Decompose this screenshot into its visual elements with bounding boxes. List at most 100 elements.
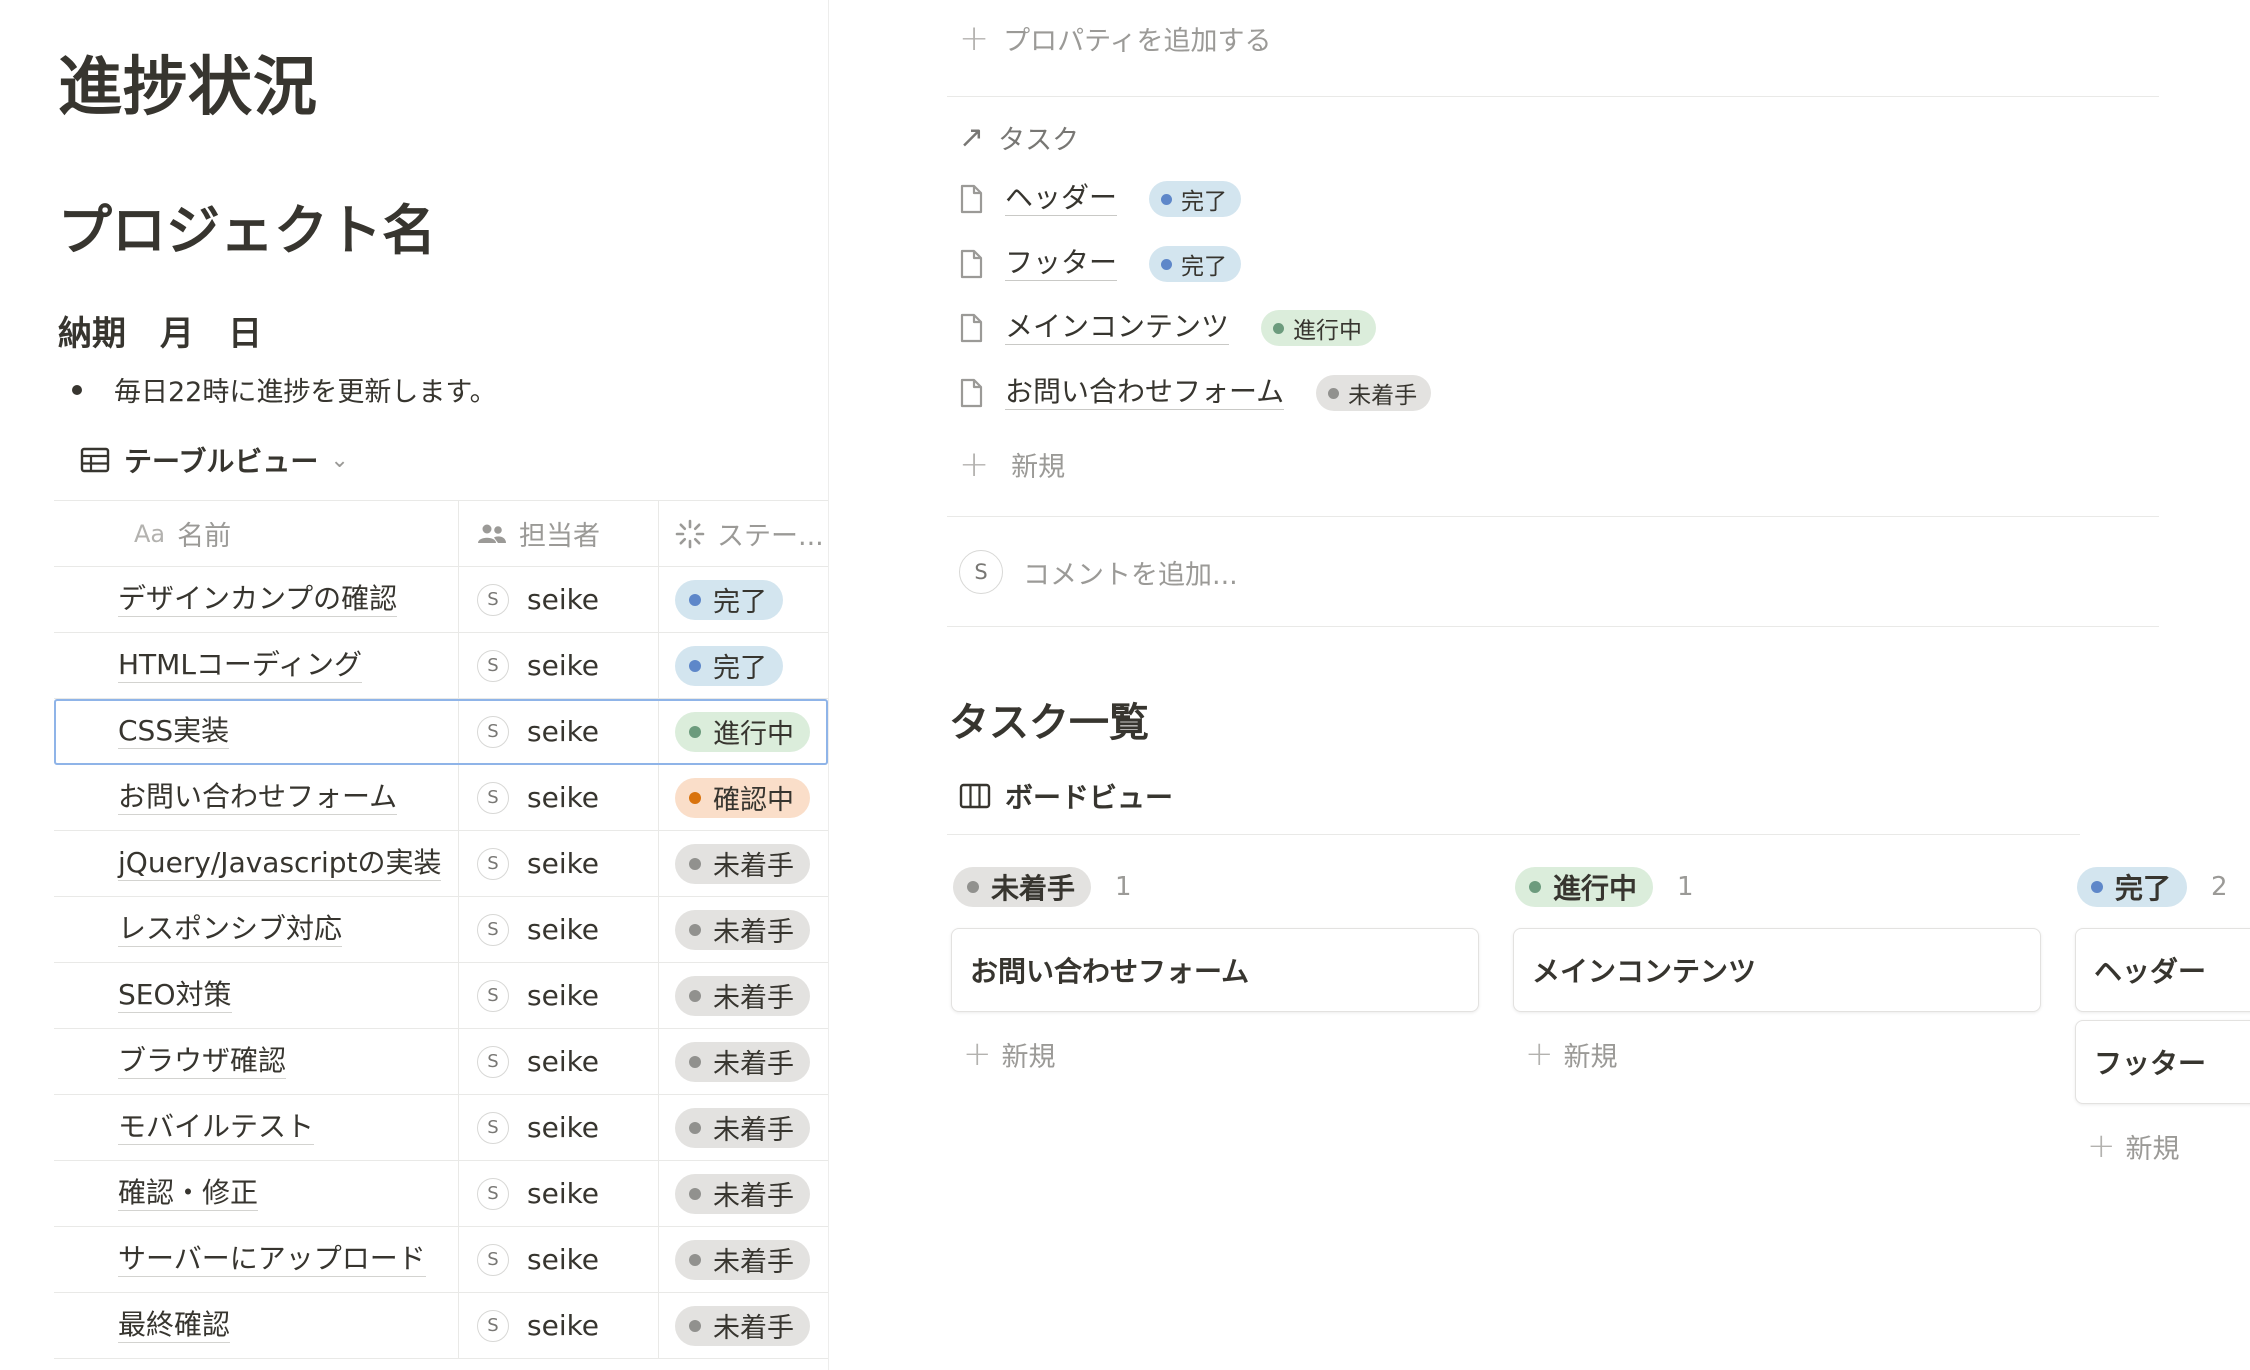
table-row[interactable]: デザインカンプの確認 Sseike 完了 <box>54 567 828 633</box>
row-name[interactable]: 確認・修正 <box>118 1176 259 1212</box>
row-name[interactable]: 最終確認 <box>118 1308 231 1344</box>
cell-status[interactable]: 未着手 <box>659 1293 828 1358</box>
header-assignee[interactable]: 担当者 <box>459 501 659 566</box>
table-row[interactable]: サーバーにアップロード Sseike 未着手 <box>54 1227 828 1293</box>
column-header[interactable]: 完了 2 <box>2077 866 2250 908</box>
cell-assignee[interactable]: Sseike <box>459 699 659 764</box>
relation-item[interactable]: フッター 完了 <box>959 246 1242 282</box>
relation-item-name[interactable]: お問い合わせフォーム <box>1005 375 1285 411</box>
cell-status[interactable]: 完了 <box>659 633 828 698</box>
cell-status[interactable]: 未着手 <box>659 1227 828 1292</box>
row-name[interactable]: CSS実装 <box>118 714 230 750</box>
column-header[interactable]: 未着手 1 <box>953 866 1479 908</box>
table-view-switcher[interactable]: テーブルビュー ⌄ <box>80 440 349 480</box>
assignee-name: seike <box>527 1243 600 1276</box>
cell-name[interactable]: デザインカンプの確認 <box>54 567 459 632</box>
header-name[interactable]: Aa 名前 <box>54 501 459 566</box>
cell-assignee[interactable]: Sseike <box>459 1293 659 1358</box>
row-name[interactable]: レスポンシブ対応 <box>118 912 343 948</box>
avatar: S <box>959 550 1003 594</box>
cell-status[interactable]: 未着手 <box>659 1095 828 1160</box>
row-name[interactable]: サーバーにアップロード <box>118 1242 426 1278</box>
table-row[interactable]: レスポンシブ対応 Sseike 未着手 <box>54 897 828 963</box>
cell-name[interactable]: レスポンシブ対応 <box>54 897 459 962</box>
board-card[interactable]: お問い合わせフォーム <box>951 928 1479 1012</box>
cell-assignee[interactable]: Sseike <box>459 831 659 896</box>
relation-item-name[interactable]: メインコンテンツ <box>1005 310 1230 346</box>
cell-name[interactable]: SEO対策 <box>54 963 459 1028</box>
cell-status[interactable]: 進行中 <box>659 699 828 764</box>
cell-assignee[interactable]: Sseike <box>459 963 659 1028</box>
table-row[interactable]: SEO対策 Sseike 未着手 <box>54 963 828 1029</box>
status-dot <box>2091 881 2103 893</box>
cell-assignee[interactable]: Sseike <box>459 765 659 830</box>
status-label: 未着手 <box>713 983 794 1014</box>
cell-name[interactable]: お問い合わせフォーム <box>54 765 459 830</box>
table-row[interactable]: 確認・修正 Sseike 未着手 <box>54 1161 828 1227</box>
status-badge: 完了 <box>675 579 783 620</box>
cell-status[interactable]: 確認中 <box>659 765 828 830</box>
relation-item-name[interactable]: フッター <box>1005 246 1118 282</box>
status-dot <box>1529 881 1541 893</box>
relation-item[interactable]: メインコンテンツ 進行中 <box>959 310 1377 346</box>
comment-input[interactable]: S コメントを追加... <box>959 550 1238 594</box>
detail-pane: + プロパティを追加する ↗ タスク ヘッダー 完了 フッター 完了 メインコンテンツ進… <box>829 0 2250 1370</box>
cell-assignee[interactable]: Sseike <box>459 897 659 962</box>
cell-name[interactable]: 最終確認 <box>54 1293 459 1358</box>
cell-status[interactable]: 完了 <box>659 567 828 632</box>
row-name[interactable]: ブラウザ確認 <box>118 1044 287 1080</box>
table-row[interactable]: CSS実装 Sseike 進行中 <box>54 699 828 765</box>
plus-icon: + <box>959 18 990 59</box>
cell-assignee[interactable]: Sseike <box>459 1095 659 1160</box>
status-badge: 未着手 <box>675 909 810 950</box>
cell-assignee[interactable]: Sseike <box>459 1227 659 1292</box>
cell-name[interactable]: サーバーにアップロード <box>54 1227 459 1292</box>
cell-status[interactable]: 未着手 <box>659 963 828 1028</box>
cell-assignee[interactable]: Sseike <box>459 633 659 698</box>
column-new-button[interactable]: + 新規 <box>963 1034 1479 1074</box>
row-name[interactable]: お問い合わせフォーム <box>118 780 398 816</box>
status-dot <box>689 923 701 936</box>
board-card[interactable]: ヘッダー <box>2075 928 2250 1012</box>
bullet-dot <box>72 384 82 395</box>
cell-name[interactable]: ブラウザ確認 <box>54 1029 459 1094</box>
relation-new-button[interactable]: + 新規 <box>959 444 1065 485</box>
table-row[interactable]: HTMLコーディング Sseike 完了 <box>54 633 828 699</box>
cell-assignee[interactable]: Sseike <box>459 567 659 632</box>
column-count: 2 <box>2211 872 2228 902</box>
board-view-switcher[interactable]: ボードビュー <box>959 776 1173 816</box>
row-name[interactable]: デザインカンプの確認 <box>118 582 398 618</box>
table-row[interactable]: ブラウザ確認 Sseike 未着手 <box>54 1029 828 1095</box>
column-new-button[interactable]: + 新規 <box>2087 1126 2250 1166</box>
column-new-button[interactable]: + 新規 <box>1525 1034 2041 1074</box>
cell-status[interactable]: 未着手 <box>659 1161 828 1226</box>
board-card[interactable]: メインコンテンツ <box>1513 928 2041 1012</box>
relation-property-label: ↗ タスク <box>959 118 1079 157</box>
relation-item[interactable]: お問い合わせフォーム 未着手 <box>959 375 1432 411</box>
table-row[interactable]: モバイルテスト Sseike 未着手 <box>54 1095 828 1161</box>
row-name[interactable]: jQuery/Javascriptの実装 <box>118 846 442 882</box>
row-name[interactable]: SEO対策 <box>118 978 232 1014</box>
header-status[interactable]: ステー... <box>659 501 828 566</box>
table-row[interactable]: お問い合わせフォーム Sseike 確認中 <box>54 765 828 831</box>
cell-status[interactable]: 未着手 <box>659 897 828 962</box>
cell-name[interactable]: CSS実装 <box>54 699 459 764</box>
cell-name[interactable]: モバイルテスト <box>54 1095 459 1160</box>
table-row[interactable]: 最終確認 Sseike 未着手 <box>54 1293 828 1359</box>
cell-status[interactable]: 未着手 <box>659 1029 828 1094</box>
row-name[interactable]: HTMLコーディング <box>118 648 362 684</box>
cell-name[interactable]: 確認・修正 <box>54 1161 459 1226</box>
cell-name[interactable]: jQuery/Javascriptの実装 <box>54 831 459 896</box>
board-card[interactable]: フッター <box>2075 1020 2250 1104</box>
cell-status[interactable]: 未着手 <box>659 831 828 896</box>
table-row[interactable]: jQuery/Javascriptの実装 Sseike 未着手 <box>54 831 828 897</box>
row-name[interactable]: モバイルテスト <box>118 1110 315 1146</box>
cell-assignee[interactable]: Sseike <box>459 1029 659 1094</box>
cell-name[interactable]: HTMLコーディング <box>54 633 459 698</box>
relation-item-name[interactable]: ヘッダー <box>1005 181 1118 217</box>
column-header[interactable]: 進行中 1 <box>1515 866 2041 908</box>
relation-item[interactable]: ヘッダー 完了 <box>959 181 1242 217</box>
add-property-button[interactable]: + プロパティを追加する <box>959 18 1272 59</box>
avatar: S <box>477 715 509 748</box>
cell-assignee[interactable]: Sseike <box>459 1161 659 1226</box>
